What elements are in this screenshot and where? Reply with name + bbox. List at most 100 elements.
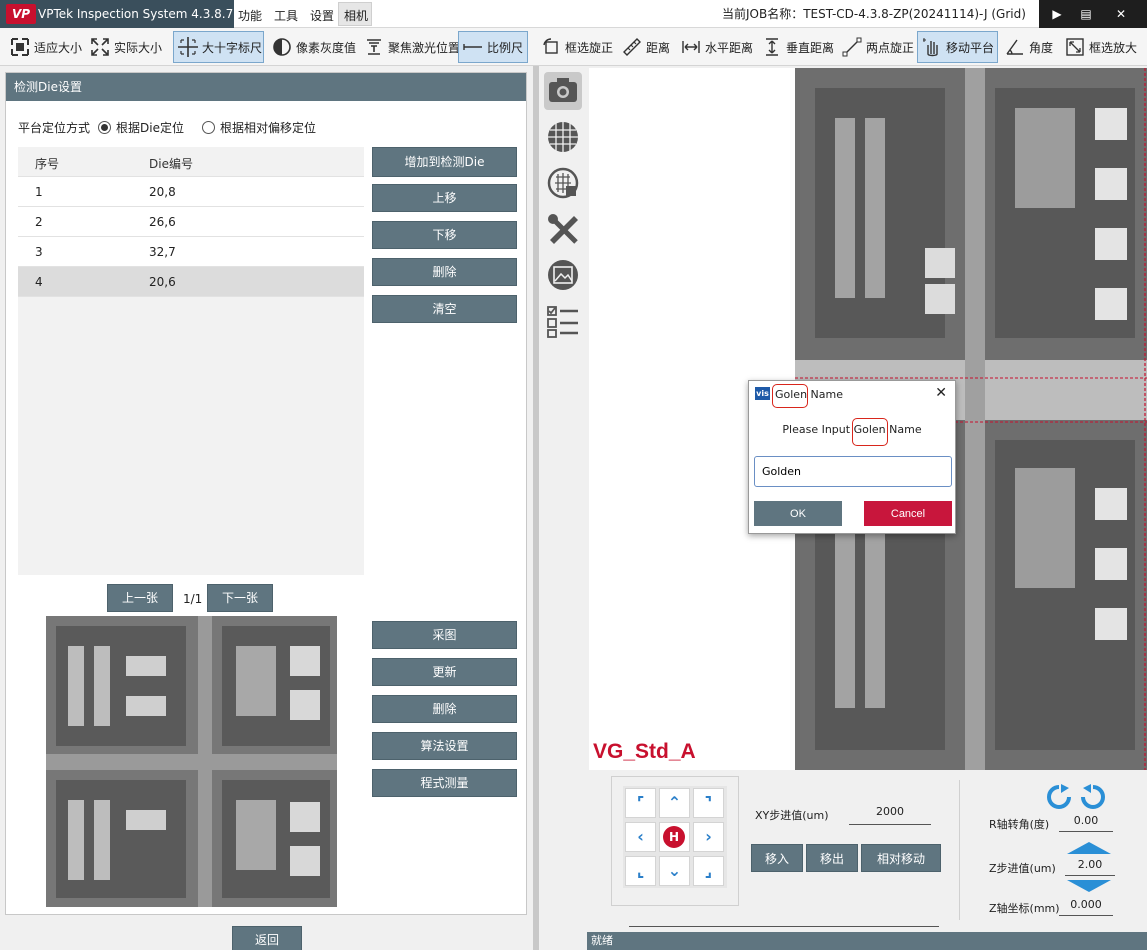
two-point-rotate-button[interactable]: 两点旋正 xyxy=(838,31,918,63)
close-icon[interactable]: ✕ xyxy=(935,385,947,401)
side-tool-strip xyxy=(539,66,587,950)
radio-by-offset[interactable] xyxy=(201,121,215,134)
crosshair-ruler-button[interactable]: 大十字标尺 xyxy=(173,31,264,63)
close-icon[interactable]: ✕ xyxy=(1111,5,1131,23)
prompt-post: Name xyxy=(885,423,922,436)
scale-bar-icon xyxy=(463,37,483,57)
scale-bar-button[interactable]: 比例尺 xyxy=(458,31,528,63)
radio-by-die[interactable] xyxy=(98,121,112,134)
fit-size-label: 适应大小 xyxy=(34,40,83,55)
grid-wafer-icon[interactable] xyxy=(544,118,582,156)
ok-button[interactable]: OK xyxy=(754,501,842,526)
focus-laser-button[interactable]: 聚焦激光位置 xyxy=(360,31,464,63)
pixel-gray-label: 像素灰度值 xyxy=(296,40,357,55)
horizontal-distance-label: 水平距离 xyxy=(705,40,754,55)
jog-up-button[interactable]: ⌃ xyxy=(659,788,690,818)
row-die: 20,6 xyxy=(149,275,176,289)
jog-up-right-button[interactable]: ⌝ xyxy=(693,788,724,818)
toolbar: 适应大小 实际大小 大十字标尺 像素灰度值 聚焦激光位置 比例尺 框选旋正 距离… xyxy=(0,28,1147,66)
horizontal-distance-button[interactable]: 水平距离 xyxy=(677,31,757,63)
next-image-button[interactable]: 下一张 xyxy=(207,584,273,612)
divider xyxy=(959,780,960,920)
xy-step-value[interactable]: 2000 xyxy=(849,805,931,825)
half-circle-icon xyxy=(272,37,292,57)
jog-down-left-button[interactable]: ⌞ xyxy=(625,856,656,886)
app-icon: vis xyxy=(755,387,770,400)
rotate-frame-icon xyxy=(541,37,561,57)
cast-icon[interactable]: ▶ xyxy=(1047,5,1067,23)
image-gallery-icon[interactable] xyxy=(544,256,582,294)
jog-down-button[interactable]: ⌄ xyxy=(659,856,690,886)
jog-down-right-button[interactable]: ⌟ xyxy=(693,856,724,886)
frame-rotate-label: 框选旋正 xyxy=(565,40,614,55)
jog-right-button[interactable]: › xyxy=(693,822,724,852)
table-row[interactable]: 3 32,7 xyxy=(18,237,364,267)
row-index: 3 xyxy=(35,245,43,259)
delete-image-button[interactable]: 删除 xyxy=(372,695,517,723)
prev-image-button[interactable]: 上一张 xyxy=(107,584,173,612)
move-stage-button[interactable]: 移动平台 xyxy=(917,31,998,63)
table-row[interactable]: 1 20,8 xyxy=(18,177,364,207)
actual-size-button[interactable]: 实际大小 xyxy=(86,31,166,63)
app-logo: VP xyxy=(6,4,36,24)
capture-button[interactable]: 采图 xyxy=(372,621,517,649)
two-point-rotate-icon xyxy=(842,37,862,57)
menu-tools[interactable]: 工具 xyxy=(274,7,298,24)
annotation-circle xyxy=(852,418,888,446)
r-angle-value[interactable]: 0.00 xyxy=(1059,814,1113,832)
update-button[interactable]: 更新 xyxy=(372,658,517,686)
algorithm-settings-button[interactable]: 算法设置 xyxy=(372,732,517,760)
add-die-button[interactable]: 增加到检测Die xyxy=(372,147,517,177)
zoom-frame-button[interactable]: 框选放大 xyxy=(1061,31,1141,63)
z-down-icon[interactable] xyxy=(1067,880,1111,892)
die-settings-panel: 检测Die设置 平台定位方式 根据Die定位 根据相对偏移定位 序号 Die编号… xyxy=(5,72,527,915)
menu-function[interactable]: 功能 xyxy=(238,7,262,24)
z-up-icon[interactable] xyxy=(1067,842,1111,854)
jog-up-left-button[interactable]: ⌜ xyxy=(625,788,656,818)
radio-by-die-label[interactable]: 根据Die定位 xyxy=(116,119,184,136)
z-step-value[interactable]: 2.00 xyxy=(1065,858,1115,876)
pixel-gray-button[interactable]: 像素灰度值 xyxy=(268,31,360,63)
home-button[interactable]: H xyxy=(663,826,685,848)
restore-icon[interactable]: ▤ xyxy=(1076,5,1096,23)
clear-button[interactable]: 清空 xyxy=(372,295,517,323)
program-measure-button[interactable]: 程式测量 xyxy=(372,769,517,797)
stage-control-panel: ⌜ ⌃ ⌝ ‹ › ⌞ ⌄ ⌟ H XY步进值(um) 2000 移入 移出 相… xyxy=(589,772,1147,932)
move-out-button[interactable]: 移出 xyxy=(806,844,858,872)
menu-camera[interactable]: 相机 xyxy=(344,7,368,24)
distance-button[interactable]: 距离 xyxy=(618,31,674,63)
zoom-frame-icon xyxy=(1065,37,1085,57)
horizontal-distance-icon xyxy=(681,37,701,57)
return-button[interactable]: 返回 xyxy=(232,926,302,950)
job-name: 当前JOB名称：TEST-CD-4.3.8-ZP(20241114)-J (Gr… xyxy=(722,7,1026,21)
wafer-map-icon[interactable] xyxy=(544,164,582,202)
table-row-selected[interactable]: 4 20,6 xyxy=(18,267,364,297)
distance-label: 距离 xyxy=(646,40,671,55)
table-row[interactable]: 2 26,6 xyxy=(18,207,364,237)
move-in-button[interactable]: 移入 xyxy=(751,844,803,872)
fit-size-button[interactable]: 适应大小 xyxy=(6,31,86,63)
vertical-distance-button[interactable]: 垂直距离 xyxy=(758,31,838,63)
angle-button[interactable]: 角度 xyxy=(1001,31,1057,63)
xy-step-label: XY步进值(um) xyxy=(755,809,829,822)
delete-die-button[interactable]: 删除 xyxy=(372,258,517,286)
row-die: 32,7 xyxy=(149,245,176,259)
cancel-button[interactable]: Cancel xyxy=(864,501,952,526)
menu-settings[interactable]: 设置 xyxy=(310,7,334,24)
move-down-button[interactable]: 下移 xyxy=(372,221,517,249)
golden-name-input[interactable] xyxy=(754,456,952,487)
jog-left-button[interactable]: ‹ xyxy=(625,822,656,852)
camera-icon[interactable] xyxy=(544,72,582,110)
z-coord-value: 0.000 xyxy=(1059,898,1113,916)
actual-size-icon xyxy=(90,37,110,57)
tools-icon[interactable] xyxy=(544,210,582,248)
checklist-icon[interactable] xyxy=(544,302,582,340)
ruler-icon xyxy=(622,37,642,57)
frame-rotate-button[interactable]: 框选旋正 xyxy=(537,31,617,63)
radio-by-offset-label[interactable]: 根据相对偏移定位 xyxy=(220,119,316,136)
z-coord-label: Z轴坐标(mm) xyxy=(989,902,1060,915)
move-up-button[interactable]: 上移 xyxy=(372,184,517,212)
relative-move-button[interactable]: 相对移动 xyxy=(861,844,941,872)
actual-size-label: 实际大小 xyxy=(114,40,163,55)
zoom-frame-label: 框选放大 xyxy=(1089,40,1138,55)
